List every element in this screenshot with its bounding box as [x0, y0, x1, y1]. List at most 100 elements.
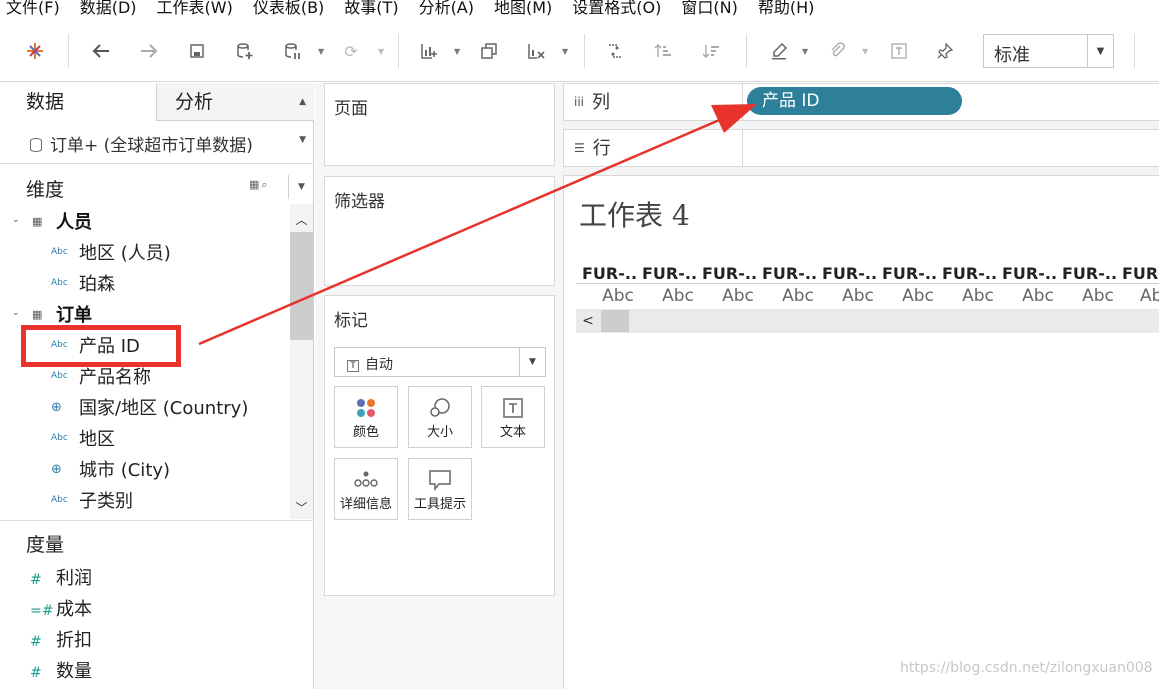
column-header[interactable]: FUR-..: [1002, 264, 1062, 283]
pin-icon[interactable]: [934, 40, 956, 62]
new-datasource-icon[interactable]: [234, 40, 256, 62]
scrollbar-thumb[interactable]: [290, 232, 313, 340]
chevron-down-icon[interactable]: ⌄: [12, 308, 20, 318]
toolbar-separator: [398, 34, 399, 68]
chevron-down-icon[interactable]: ▼: [454, 47, 460, 56]
chevron-down-icon[interactable]: ▼: [562, 47, 568, 56]
chevron-down-icon[interactable]: ⌄: [12, 215, 20, 225]
chevron-down-icon[interactable]: ▼: [378, 47, 384, 56]
table-cell[interactable]: Abc: [888, 286, 948, 306]
pause-updates-icon[interactable]: [282, 40, 304, 62]
label-icon[interactable]: [888, 40, 910, 62]
filters-card[interactable]: 筛选器: [324, 176, 555, 286]
menu-format[interactable]: 设置格式(O): [572, 0, 661, 16]
datasource-item[interactable]: 订单+ (全球超市订单数据): [30, 131, 253, 156]
undo-icon[interactable]: [90, 40, 112, 62]
redo-icon[interactable]: [138, 40, 160, 62]
save-icon[interactable]: [186, 40, 208, 62]
worksheet-title[interactable]: 工作表 4: [579, 194, 690, 234]
menu-analysis[interactable]: 分析(A): [419, 0, 474, 16]
folder-orders[interactable]: ⌄ ▦ 订单: [12, 300, 92, 328]
menu-story[interactable]: 故事(T): [344, 0, 398, 16]
view-cards-icon[interactable]: ▦: [249, 178, 261, 191]
column-header[interactable]: FUR-..: [822, 264, 882, 283]
scroll-down-icon[interactable]: ﹀: [290, 496, 313, 518]
size-button[interactable]: 大小: [408, 386, 472, 448]
column-header[interactable]: FUR-..: [882, 264, 942, 283]
dimensions-menu-button[interactable]: ▼: [288, 175, 314, 199]
highlight-icon[interactable]: [768, 40, 790, 62]
text-button[interactable]: 文本: [481, 386, 545, 448]
field-person[interactable]: Abc 珀森: [51, 269, 115, 297]
menu-help[interactable]: 帮助(H): [758, 0, 815, 16]
table-cell[interactable]: Abc: [1068, 286, 1128, 306]
menu-worksheet[interactable]: 工作表(W): [157, 0, 233, 16]
dimension-tools: ▦⌕: [249, 178, 270, 192]
size-label: 大小: [426, 425, 453, 440]
field-region[interactable]: Abc 地区: [51, 424, 115, 452]
column-header[interactable]: FUR-..: [762, 264, 822, 283]
table-cell[interactable]: Abc: [648, 286, 708, 306]
table-cell[interactable]: Abc: [708, 286, 768, 306]
search-icon[interactable]: ⌕: [261, 178, 269, 191]
field-label: 地区 (人员): [79, 243, 171, 264]
detail-button[interactable]: 详细信息: [334, 458, 398, 520]
table-cell[interactable]: Abc: [588, 286, 648, 306]
columns-shelf[interactable]: iii 列 产品 ID: [563, 83, 1159, 121]
column-header[interactable]: FUR-..: [582, 264, 642, 283]
tableau-logo-icon[interactable]: [24, 40, 46, 62]
sort-desc-icon[interactable]: [700, 40, 722, 62]
column-header[interactable]: FUR-.: [1122, 264, 1159, 283]
field-cost[interactable]: =# 成本: [30, 595, 92, 621]
field-quantity[interactable]: # 数量: [30, 657, 92, 683]
mark-type-dropdown[interactable]: T 自动 ▼: [334, 347, 546, 377]
column-header[interactable]: FUR-..: [642, 264, 702, 283]
field-profit[interactable]: # 利润: [30, 564, 92, 590]
menu-map[interactable]: 地图(M): [494, 0, 552, 16]
pages-card[interactable]: 页面: [324, 83, 555, 166]
clear-sheet-icon[interactable]: [525, 40, 547, 62]
sort-asc-icon[interactable]: [652, 40, 674, 62]
menu-file[interactable]: 文件(F): [6, 0, 60, 16]
scroll-left-icon[interactable]: <: [576, 309, 600, 333]
column-header[interactable]: FUR-..: [1062, 264, 1122, 283]
scroll-up-icon[interactable]: ︿: [290, 208, 313, 230]
table-cell[interactable]: Abc: [948, 286, 1008, 306]
field-city[interactable]: ⊕ 城市 (City): [51, 455, 170, 483]
field-region-people[interactable]: Abc 地区 (人员): [51, 238, 171, 266]
table-cell[interactable]: Abc: [828, 286, 888, 306]
chevron-down-icon[interactable]: ▼: [862, 47, 868, 56]
table-cell[interactable]: Abc: [1008, 286, 1068, 306]
group-icon[interactable]: [826, 40, 848, 62]
swap-icon[interactable]: [604, 40, 626, 62]
menu-data[interactable]: 数据(D): [80, 0, 137, 16]
color-label: 颜色: [352, 425, 379, 440]
menu-dashboard[interactable]: 仪表板(B): [253, 0, 324, 16]
columns-pill-product-id[interactable]: 产品 ID: [747, 87, 962, 115]
worksheet-view[interactable]: 工作表 4 FUR-.. FUR-.. FUR-.. FUR-.. FUR-..…: [563, 175, 1159, 689]
rows-shelf[interactable]: ☰ 行: [563, 129, 1159, 167]
column-header[interactable]: FUR-..: [942, 264, 1002, 283]
color-button[interactable]: 颜色: [334, 386, 398, 448]
chevron-down-icon[interactable]: ▼: [318, 47, 324, 56]
table-cell[interactable]: Abc: [768, 286, 828, 306]
field-discount[interactable]: # 折扣: [30, 626, 92, 652]
field-label: 子类别: [79, 491, 133, 512]
fit-dropdown[interactable]: 标准 ▼: [983, 34, 1114, 68]
horizontal-scrollbar[interactable]: <: [576, 309, 1159, 333]
new-worksheet-icon[interactable]: [418, 40, 440, 62]
table-cell[interactable]: Ab: [1128, 286, 1159, 306]
menu-window[interactable]: 窗口(N): [681, 0, 737, 16]
duplicate-sheet-icon[interactable]: [478, 40, 500, 62]
chevron-down-icon[interactable]: ▼: [802, 47, 808, 56]
scrollbar-thumb[interactable]: [601, 310, 629, 332]
folder-people[interactable]: ⌄ ▦ 人员: [12, 207, 92, 235]
field-country[interactable]: ⊕ 国家/地区 (Country): [51, 393, 248, 421]
tab-analysis[interactable]: 分析 ▲ ▼: [156, 83, 314, 145]
refresh-icon[interactable]: ⟳: [340, 40, 362, 62]
column-header[interactable]: FUR-..: [702, 264, 762, 283]
tab-data[interactable]: 数据: [0, 83, 156, 121]
field-subcategory[interactable]: Abc 子类别: [51, 486, 133, 514]
tooltip-button[interactable]: 工具提示: [408, 458, 472, 520]
datasource-label: 订单+ (全球超市订单数据): [50, 136, 253, 156]
